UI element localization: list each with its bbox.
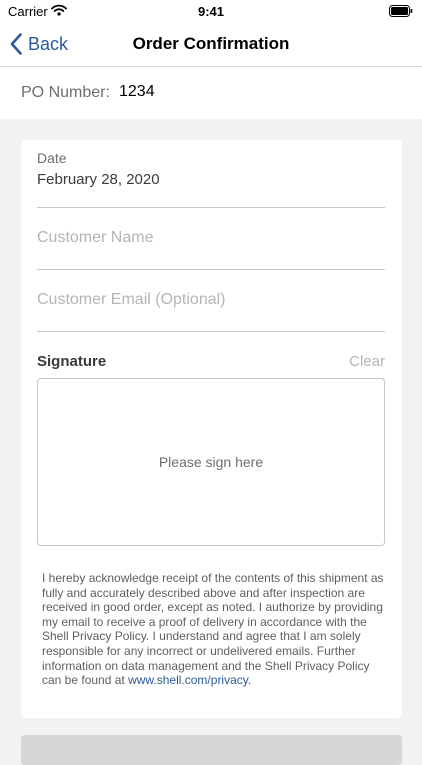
legal-text-trailing: . (247, 673, 252, 688)
status-time: 9:41 (197, 4, 225, 19)
customer-name-divider (37, 269, 385, 270)
signature-hint: Please sign here (158, 454, 264, 470)
customer-email-divider (37, 331, 385, 332)
back-button[interactable]: Back (10, 31, 68, 57)
privacy-policy-link[interactable]: www.shell.com/privacy (128, 673, 248, 687)
confirmation-card: Date February 28, 2020 Signature Clear P… (21, 140, 402, 718)
clear-signature-button[interactable]: Clear (349, 353, 385, 370)
customer-email-input[interactable] (37, 285, 385, 315)
legal-disclaimer: I hereby acknowledge receipt of the cont… (42, 571, 386, 688)
battery-icon (389, 5, 413, 17)
po-number-row: PO Number: 1234 (0, 67, 422, 119)
legal-text-body: I hereby acknowledge receipt of the cont… (42, 571, 384, 688)
date-label: Date (37, 150, 67, 166)
submit-button[interactable] (21, 735, 402, 765)
back-label: Back (28, 33, 69, 54)
signature-pad[interactable]: Please sign here (37, 378, 385, 546)
po-number-value: 1234 (119, 83, 155, 100)
date-value: February 28, 2020 (37, 171, 160, 188)
back-chevron-icon (10, 33, 22, 55)
date-divider (37, 207, 385, 208)
po-number-label: PO Number: (21, 84, 110, 101)
navigation-bar: Back Order Confirmation (0, 22, 422, 67)
status-bar: Carrier 9:41 (0, 0, 422, 22)
customer-name-input[interactable] (37, 223, 385, 253)
signature-label: Signature (37, 353, 107, 370)
